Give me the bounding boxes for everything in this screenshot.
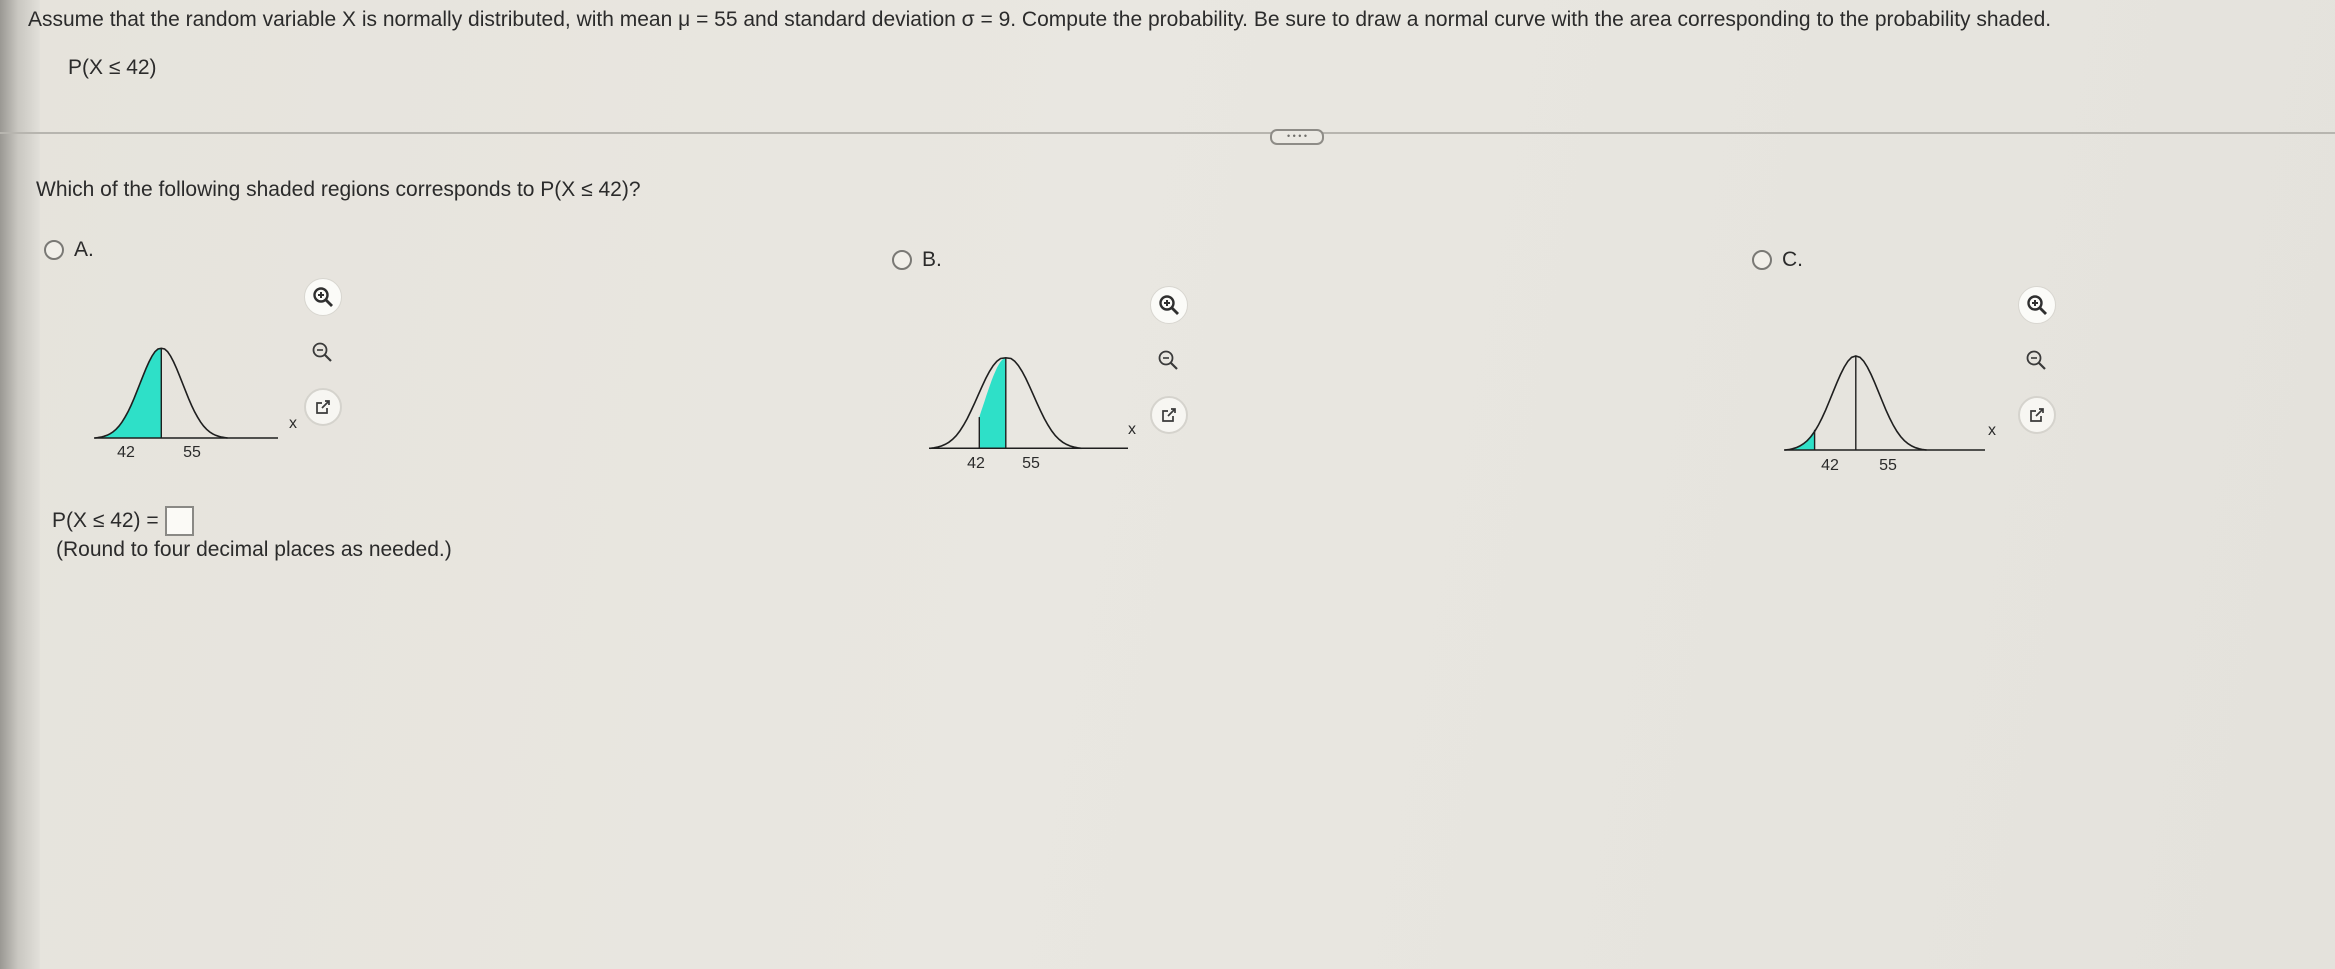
answer-input[interactable] [164,506,194,536]
probability-expression: P(X ≤ 42) [68,56,157,79]
zoom-out-icon[interactable] [304,334,340,370]
left-edge [0,0,40,969]
option-b-tick-55: 55 [1022,455,1040,472]
option-c-graph: 42 55 x [1784,355,1996,474]
option-b-tick-42: 42 [967,455,985,472]
option-b-radio[interactable] [892,250,912,270]
option-a-tick-42: 42 [117,444,135,461]
option-b-shaded-area [979,357,1006,449]
option-b[interactable]: B. [892,248,942,272]
option-a-axis-var: x [289,415,297,432]
option-a-radio[interactable] [44,240,64,260]
option-b-graph: 42 55 x [929,356,1136,472]
zoom-in-icon[interactable] [304,278,342,316]
question-text: Assume that the random variable X is nor… [28,8,2052,31]
zoom-out-icon[interactable] [1150,342,1186,378]
external-link-icon[interactable] [304,388,342,426]
option-b-tools [1150,286,1190,452]
option-b-axis-var: x [1128,421,1136,438]
option-c-shaded-area [1785,429,1815,450]
zoom-in-icon[interactable] [2018,286,2056,324]
option-c-radio[interactable] [1752,250,1772,270]
external-link-icon[interactable] [2018,396,2056,434]
option-c-tools [2018,286,2058,452]
rounding-note: (Round to four decimal places as needed.… [56,538,452,561]
option-c-axis-var: x [1988,422,1996,439]
external-link-icon[interactable] [1150,396,1188,434]
expand-handle[interactable]: • • • • [1270,129,1324,145]
option-c-label: C. [1782,248,1803,271]
zoom-in-icon[interactable] [1150,286,1188,324]
option-a-shaded-area [95,348,162,438]
divider [0,132,2335,134]
sub-question: Which of the following shaded regions co… [36,178,641,201]
option-b-label: B. [922,248,942,271]
option-a-tools [304,278,344,444]
option-a-tick-55: 55 [183,444,201,461]
option-c[interactable]: C. [1752,248,1803,272]
option-a-graph: 42 55 x [94,347,297,461]
answer-row: P(X ≤ 42) = [52,506,194,536]
zoom-out-icon[interactable] [2018,342,2054,378]
answer-label: P(X ≤ 42) = [52,509,159,532]
option-a-label: A. [74,238,94,261]
option-c-tick-42: 42 [1821,457,1839,474]
option-a[interactable]: A. [44,238,94,262]
option-c-tick-55: 55 [1879,457,1897,474]
